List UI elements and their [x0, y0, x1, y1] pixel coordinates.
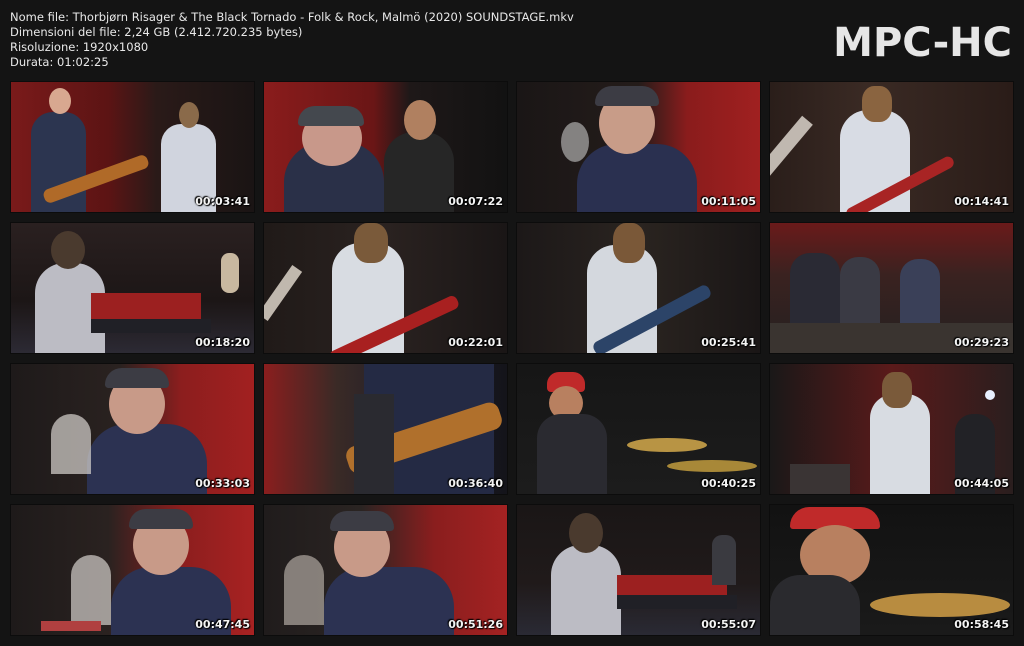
thumbnail: 00:47:45 — [10, 504, 255, 636]
thumbnail: 00:33:03 — [10, 363, 255, 495]
thumbnail: 00:18:20 — [10, 222, 255, 354]
resolution-line: Risoluzione: 1920x1080 — [10, 40, 149, 54]
thumbnail: 00:55:07 — [516, 504, 761, 636]
timestamp: 00:22:01 — [448, 336, 503, 349]
timestamp: 00:07:22 — [448, 195, 503, 208]
timestamp: 00:47:45 — [195, 618, 250, 631]
mpc-hc-logo: MPC-HC — [833, 20, 1012, 66]
file-info-panel: Nome file: Thorbjørn Risager & The Black… — [10, 10, 574, 70]
timestamp: 00:36:40 — [448, 477, 503, 490]
thumbnail: 00:25:41 — [516, 222, 761, 354]
timestamp: 00:51:26 — [448, 618, 503, 631]
timestamp: 00:33:03 — [195, 477, 250, 490]
thumbnail: 00:03:41 — [10, 81, 255, 213]
timestamp: 00:03:41 — [195, 195, 250, 208]
file-size-line: Dimensioni del file: 2,24 GB (2.412.720.… — [10, 25, 303, 39]
timestamp: 00:11:05 — [701, 195, 756, 208]
thumbnail: 00:11:05 — [516, 81, 761, 213]
timestamp: 00:14:41 — [954, 195, 1009, 208]
thumbnail: 00:22:01 — [263, 222, 508, 354]
thumbnail: 00:29:23 — [769, 222, 1014, 354]
timestamp: 00:58:45 — [954, 618, 1009, 631]
timestamp: 00:29:23 — [954, 336, 1009, 349]
duration-line: Durata: 01:02:25 — [10, 55, 109, 69]
timestamp: 00:44:05 — [954, 477, 1009, 490]
thumbnail: 00:07:22 — [263, 81, 508, 213]
timestamp: 00:55:07 — [701, 618, 756, 631]
timestamp: 00:18:20 — [195, 336, 250, 349]
thumbnail: 00:40:25 — [516, 363, 761, 495]
thumbnail: 00:14:41 — [769, 81, 1014, 213]
timestamp: 00:40:25 — [701, 477, 756, 490]
thumbnail: 00:58:45 — [769, 504, 1014, 636]
thumbnail: 00:51:26 — [263, 504, 508, 636]
thumbnail-grid: 00:03:41 00:07:22 00:11:05 00:14:41 00:1… — [10, 81, 1014, 636]
file-name-line: Nome file: Thorbjørn Risager & The Black… — [10, 10, 574, 24]
thumbnail: 00:44:05 — [769, 363, 1014, 495]
timestamp: 00:25:41 — [701, 336, 756, 349]
thumbnail: 00:36:40 — [263, 363, 508, 495]
